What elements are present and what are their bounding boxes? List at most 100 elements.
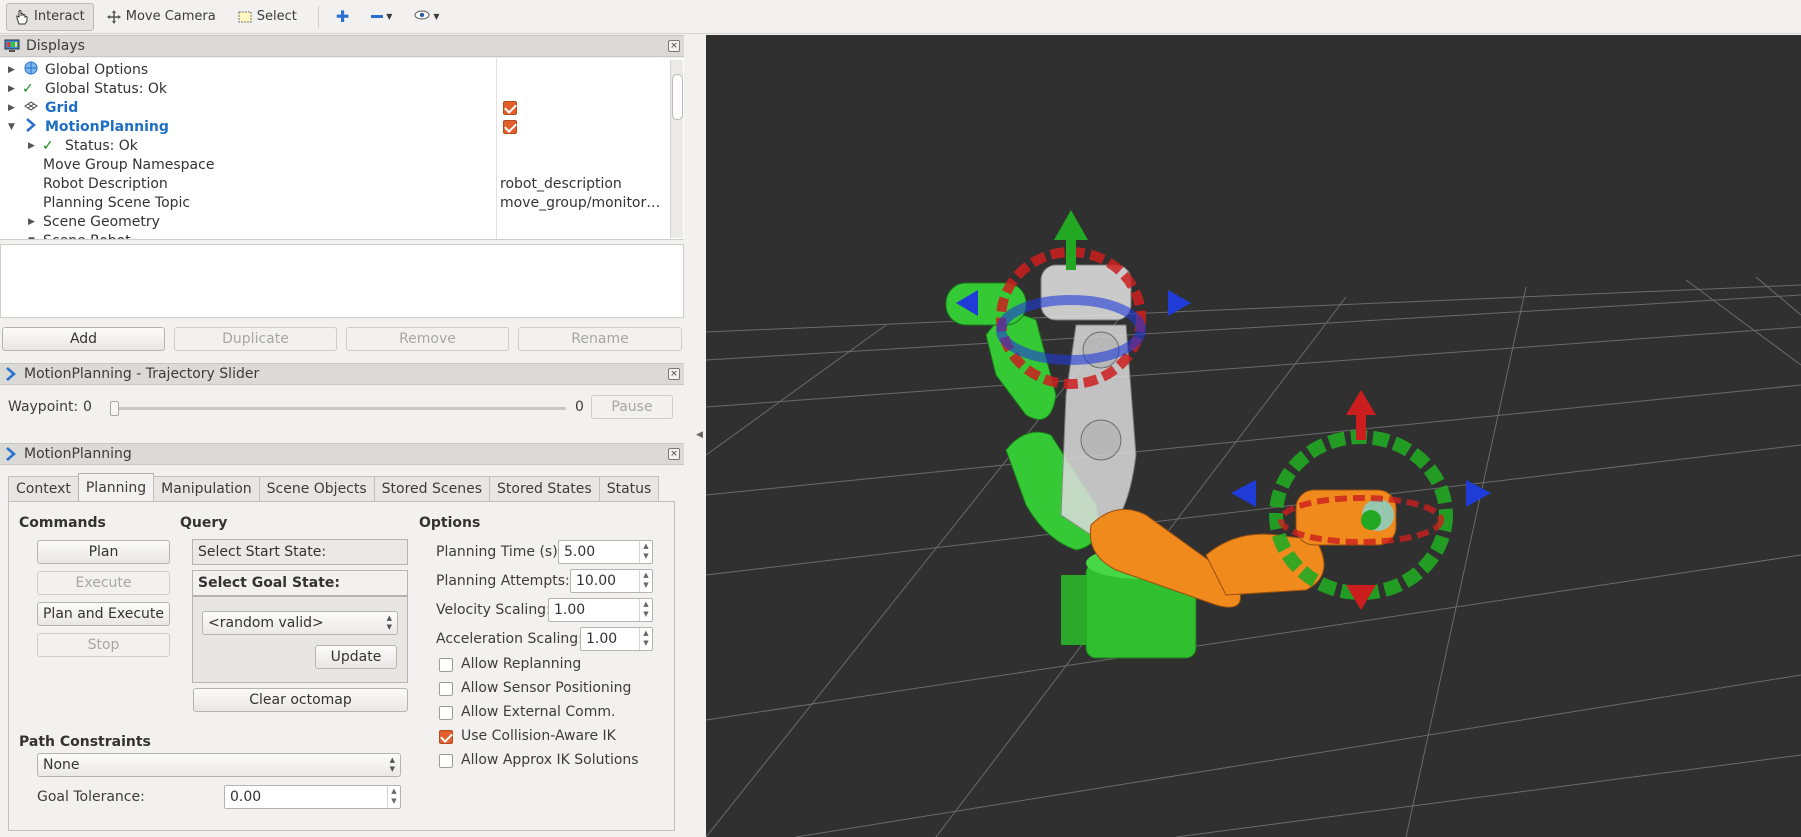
spin-arrows-icon[interactable]: ▲ ▼ (639, 570, 652, 592)
tree-row-global-status[interactable]: ▶ ✓ Global Status: Ok (0, 80, 668, 99)
allow-external-comm-checkbox[interactable] (439, 706, 453, 720)
tree-row-move-group-namespace[interactable]: Move Group Namespace (0, 156, 668, 175)
path-constraints-combo[interactable]: None ▲ ▼ (37, 753, 401, 777)
spin-arrows-icon[interactable]: ▲ ▼ (639, 628, 652, 650)
spin-arrows-icon[interactable]: ▲ ▼ (639, 599, 652, 621)
tree-row-scene-robot[interactable]: ▼ Scene Robot (0, 232, 668, 239)
checkmark-icon: ✓ (42, 138, 54, 154)
goal-tolerance-input[interactable]: 0.00 ▲ ▼ (224, 785, 401, 809)
updown-arrow-icon: ▲ ▼ (389, 756, 395, 773)
acceleration-scaling-input[interactable]: 1.00 ▲ ▼ (580, 627, 653, 651)
expand-arrow-icon[interactable]: ▶ (8, 80, 18, 99)
tab-status[interactable]: Status (598, 476, 660, 502)
tree-label: Status: Ok (65, 138, 138, 154)
path-constraints-value: None (43, 757, 80, 773)
plan-button[interactable]: Plan (37, 540, 170, 564)
monitor-icon (4, 39, 20, 53)
move-camera-tool-button[interactable]: Move Camera (98, 3, 225, 31)
tree-row-scene-geometry[interactable]: ▶ Scene Geometry (0, 213, 668, 232)
goal-state-combo[interactable]: <random valid> ▲ ▼ (202, 611, 398, 635)
waypoint-slider-track[interactable] (110, 407, 566, 410)
tree-label: Move Group Namespace (43, 157, 215, 173)
tree-label: Robot Description (43, 176, 168, 192)
tab-planning[interactable]: Planning (77, 473, 155, 502)
goal-tolerance-label: Goal Tolerance: (37, 789, 145, 805)
displays-scrollbar[interactable] (670, 60, 683, 238)
tree-row-planning-scene-topic[interactable]: Planning Scene Topic move_group/monitor… (0, 194, 668, 213)
collapse-arrow-icon[interactable]: ▼ (8, 118, 18, 137)
acceleration-scaling-label: Acceleration Scaling: (436, 631, 583, 647)
tree-row-grid[interactable]: ▶ Grid (0, 99, 668, 118)
plus-icon: ✚ (335, 7, 350, 26)
allow-replanning-checkbox[interactable] (439, 658, 453, 672)
expand-arrow-icon[interactable]: ▶ (8, 61, 18, 80)
duplicate-display-button[interactable]: Duplicate (174, 327, 337, 351)
expand-arrow-icon[interactable]: ▶ (28, 137, 38, 156)
tree-row-global-options[interactable]: ▶ Global Options (0, 61, 668, 80)
plan-and-execute-button[interactable]: Plan and Execute (37, 602, 170, 626)
remove-tool-button[interactable]: ▼ (362, 3, 401, 31)
close-icon[interactable]: × (668, 448, 680, 460)
planning-attempts-input[interactable]: 10.00 ▲ ▼ (570, 569, 653, 593)
clear-octomap-button[interactable]: Clear octomap (193, 688, 408, 712)
expand-arrow-icon[interactable]: ▶ (28, 213, 38, 232)
rename-display-button[interactable]: Rename (518, 327, 682, 351)
expand-arrow-icon[interactable]: ▼ (28, 232, 38, 239)
displays-tree[interactable]: ▶ Global Options ▶ ✓ Global Status: Ok ▶… (0, 58, 684, 240)
spin-arrows-icon[interactable]: ▲ ▼ (387, 786, 400, 808)
execute-button[interactable]: Execute (37, 571, 170, 595)
acceleration-scaling-value: 1.00 (586, 631, 618, 647)
tab-stored-states[interactable]: Stored States (489, 476, 600, 502)
minus-icon (371, 15, 384, 18)
tree-label: MotionPlanning (45, 119, 169, 135)
3d-viewport[interactable] (706, 35, 1801, 837)
motion-planning-icon (24, 118, 38, 138)
grid-icon (24, 99, 38, 119)
planning-attempts-value: 10.00 (576, 573, 617, 589)
spin-arrows-icon[interactable]: ▲ ▼ (639, 541, 652, 563)
planning-time-input[interactable]: 5.00 ▲ ▼ (558, 540, 653, 564)
select-goal-state-tab[interactable]: Select Goal State: (192, 570, 408, 596)
close-icon[interactable]: × (668, 368, 680, 380)
tree-value[interactable]: move_group/monitor… (500, 194, 660, 213)
remove-display-button[interactable]: Remove (346, 327, 509, 351)
tab-scene-objects[interactable]: Scene Objects (258, 476, 375, 502)
allow-sensor-positioning-checkbox[interactable] (439, 682, 453, 696)
waypoint-max-value: 0 (575, 399, 584, 415)
grid-enabled-checkbox[interactable] (503, 101, 517, 115)
tree-row-robot-description[interactable]: Robot Description robot_description (0, 175, 668, 194)
commands-heading: Commands (19, 515, 106, 531)
options-heading: Options (419, 515, 481, 531)
view-options-button[interactable]: ▼ (405, 3, 448, 31)
expand-arrow-icon[interactable]: ▶ (8, 99, 18, 118)
update-button[interactable]: Update (315, 645, 397, 669)
velocity-scaling-input[interactable]: 1.00 ▲ ▼ (548, 598, 653, 622)
tree-value[interactable]: robot_description (500, 175, 622, 194)
allow-approx-ik-checkbox[interactable] (439, 754, 453, 768)
close-icon[interactable]: × (668, 40, 680, 52)
trajectory-slider-panel: MotionPlanning - Trajectory Slider × Way… (0, 363, 684, 419)
tab-manipulation[interactable]: Manipulation (153, 476, 260, 502)
add-tool-button[interactable]: ✚ (327, 3, 358, 31)
select-tool-button[interactable]: Select (229, 3, 306, 31)
trajectory-slider-header: MotionPlanning - Trajectory Slider × (0, 363, 684, 385)
3d-scene[interactable] (706, 35, 1801, 837)
add-display-button[interactable]: Add (2, 327, 165, 351)
tree-row-motion-planning[interactable]: ▼ MotionPlanning (0, 118, 668, 137)
motion-planning-enabled-checkbox[interactable] (503, 120, 517, 134)
select-label: Select (256, 9, 297, 24)
tab-stored-scenes[interactable]: Stored Scenes (373, 476, 490, 502)
stop-button[interactable]: Stop (37, 633, 170, 657)
use-collision-aware-ik-checkbox[interactable] (439, 730, 453, 744)
collapse-left-arrow-icon[interactable]: ◀ (696, 430, 703, 440)
tree-row-status[interactable]: ▶ ✓ Status: Ok (0, 137, 668, 156)
pause-button[interactable]: Pause (591, 395, 673, 419)
dock-splitter[interactable]: ◀ (684, 35, 706, 837)
interact-tool-button[interactable]: Interact (6, 2, 94, 31)
scrollbar-thumb[interactable] (672, 74, 683, 120)
select-start-state-tab[interactable]: Select Start State: (192, 539, 408, 565)
waypoint-value: 0 (83, 399, 92, 415)
displays-panel-header: Displays × (0, 35, 684, 57)
tab-context[interactable]: Context (8, 476, 79, 502)
waypoint-slider-handle[interactable] (110, 401, 119, 416)
